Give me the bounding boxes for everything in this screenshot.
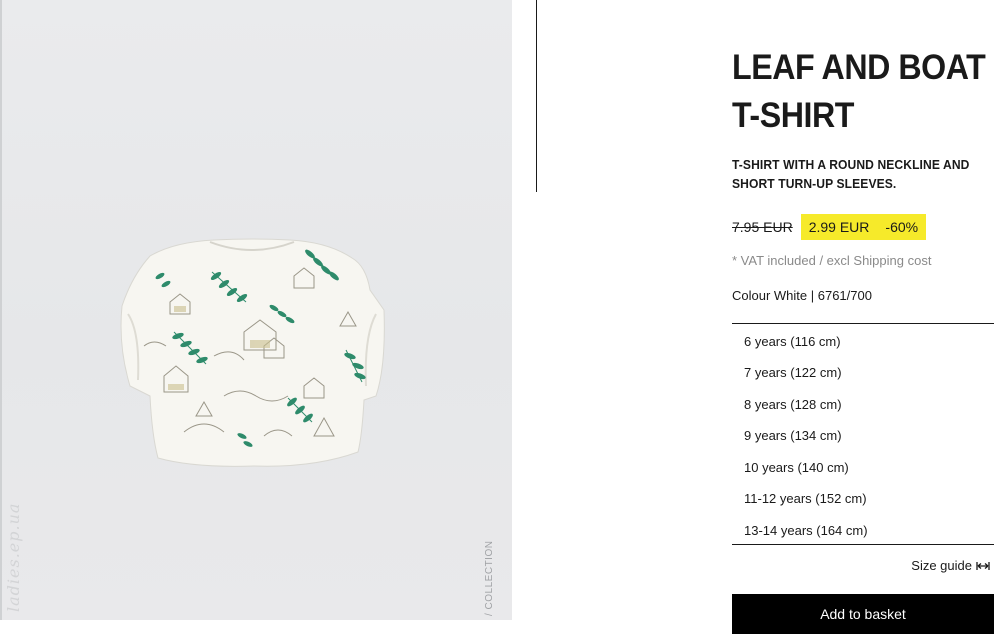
size-option-7-years[interactable]: 7 years (122 cm) [744, 365, 842, 380]
old-price: 7.95 EUR [732, 219, 793, 235]
size-list: 6 years (116 cm) 7 years (122 cm) 8 year… [732, 323, 994, 545]
size-guide-label: Size guide [911, 558, 972, 573]
size-option-11-12-years[interactable]: 11-12 years (152 cm) [744, 491, 867, 506]
product-title-line2: T-SHIRT [732, 96, 855, 135]
product-image-panel[interactable]: ladies.ep.ua / COLLECTION [0, 0, 512, 620]
size-option-6-years[interactable]: 6 years (116 cm) [744, 334, 841, 349]
discount-percent: -60% [885, 219, 919, 235]
size-option-13-14-years[interactable]: 13-14 years (164 cm) [744, 523, 868, 538]
product-title: LEAF AND BOAT T-SHIRT [732, 44, 986, 140]
product-image-tshirt[interactable] [114, 236, 389, 472]
price-row: 7.95 EUR 2.99 EUR -60% [732, 214, 927, 240]
vat-note: * VAT included / excl Shipping cost [732, 253, 932, 268]
add-to-basket-button[interactable]: Add to basket [732, 594, 994, 634]
sale-price: 2.99 EUR [808, 219, 870, 235]
sale-price-badge: 2.99 EUR -60% [800, 214, 927, 240]
size-option-10-years[interactable]: 10 years (140 cm) [744, 460, 849, 475]
collection-label: / COLLECTION [484, 540, 495, 616]
description-line2: SHORT TURN-UP SLEEVES. [732, 176, 897, 191]
product-title-line1: LEAF AND BOAT [732, 48, 986, 87]
resize-arrows-icon [976, 561, 990, 570]
size-guide-link[interactable]: Size guide [911, 558, 990, 573]
size-option-9-years[interactable]: 9 years (134 cm) [744, 428, 842, 443]
scroll-divider [536, 0, 537, 192]
colour-reference: Colour White | 6761/700 [732, 288, 872, 303]
description-line1: T-SHIRT WITH A ROUND NECKLINE AND [732, 157, 970, 172]
watermark-text: ladies.ep.ua [4, 502, 23, 612]
size-option-8-years[interactable]: 8 years (128 cm) [744, 397, 842, 412]
product-description: T-SHIRT WITH A ROUND NECKLINE AND SHORT … [732, 155, 981, 193]
